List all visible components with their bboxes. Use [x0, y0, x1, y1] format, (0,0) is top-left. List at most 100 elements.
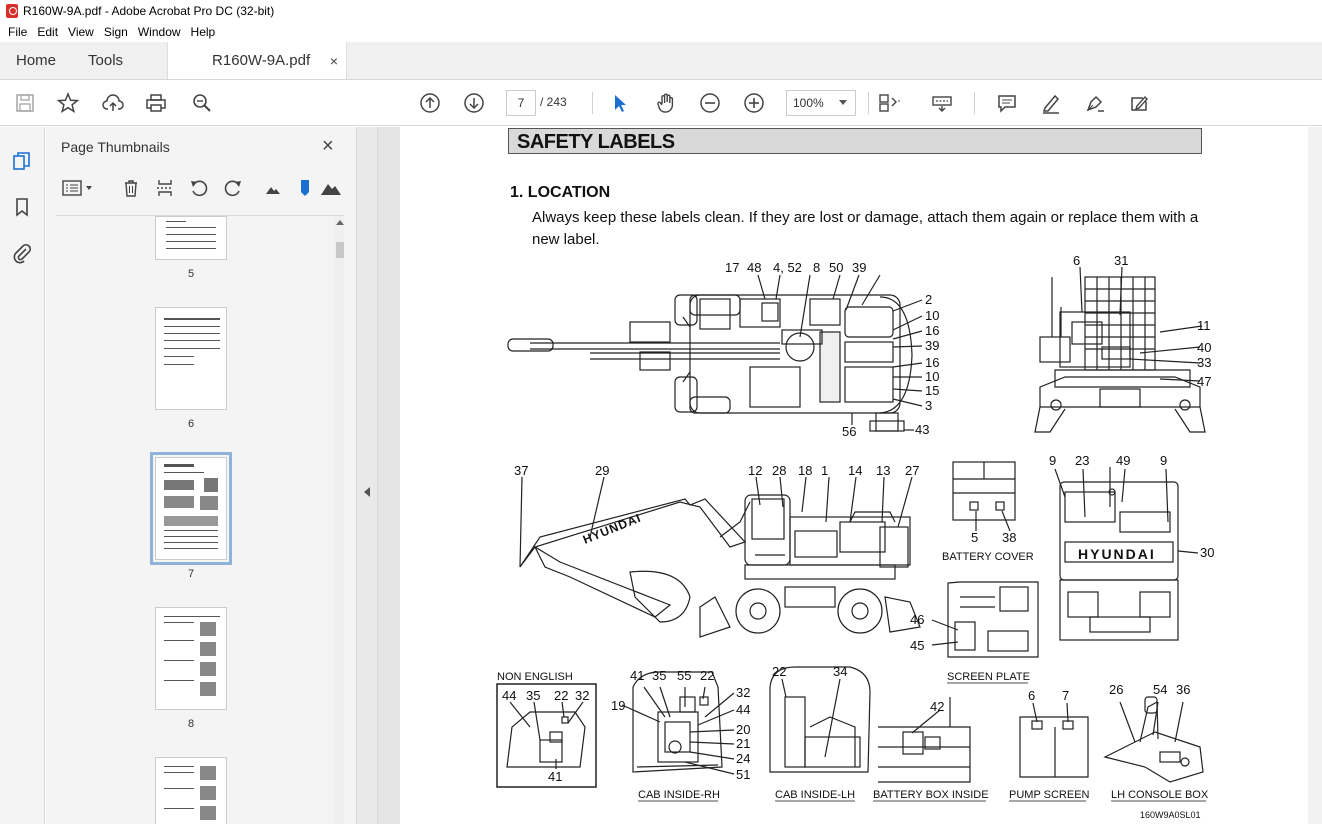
- next-page-icon[interactable]: [461, 90, 487, 116]
- print-icon[interactable]: [143, 90, 169, 116]
- panel-splitter[interactable]: [356, 127, 378, 824]
- callout-label: 32: [575, 688, 589, 703]
- thumbnail-large-icon[interactable]: [320, 177, 342, 199]
- callout-label: 29: [595, 463, 609, 478]
- menu-file[interactable]: File: [3, 25, 32, 39]
- tab-tools[interactable]: Tools: [72, 42, 139, 79]
- thumbnail-page-6[interactable]: [155, 307, 227, 410]
- document-viewport[interactable]: SAFETY LABELS 1. LOCATION Always keep th…: [378, 127, 1322, 824]
- acrobat-icon: [6, 4, 18, 18]
- tab-bar: Home Tools R160W-9A.pdf ×: [0, 42, 1322, 80]
- thumbnail-scrollbar[interactable]: [334, 216, 344, 824]
- stamp-edit-icon[interactable]: [1126, 90, 1152, 116]
- battery-box-caption: BATTERY BOX INSIDE: [873, 789, 989, 801]
- callout-label: 47: [1197, 374, 1211, 389]
- cab-inside-rh-drawing: [632, 671, 723, 773]
- callout-label: 41: [630, 668, 644, 683]
- hand-tool-icon[interactable]: [653, 90, 679, 116]
- tab-document[interactable]: R160W-9A.pdf ×: [167, 42, 348, 79]
- panel-close-icon[interactable]: ×: [322, 135, 334, 158]
- tab-document-label: R160W-9A.pdf: [212, 52, 311, 69]
- thumbnail-size-slider-icon[interactable]: [294, 177, 316, 199]
- save-icon[interactable]: [12, 90, 38, 116]
- callout-label: 43: [915, 422, 929, 437]
- rear-view-drawing: [1034, 276, 1206, 433]
- callout-label: 18: [798, 463, 812, 478]
- menu-window[interactable]: Window: [133, 25, 186, 39]
- draw-pen-icon[interactable]: [1082, 90, 1108, 116]
- thumbnail-options-icon[interactable]: [60, 177, 96, 199]
- callout-label: 38: [1002, 530, 1016, 545]
- callout-label: 21: [736, 736, 750, 751]
- delete-trash-icon[interactable]: [120, 177, 142, 199]
- callout-label: 44: [736, 702, 750, 717]
- callout-label: 30: [1200, 545, 1214, 560]
- thumbnail-page-5[interactable]: [155, 216, 227, 260]
- zoom-search-icon[interactable]: [189, 90, 215, 116]
- menu-sign[interactable]: Sign: [99, 25, 133, 39]
- zoom-out-icon[interactable]: [697, 90, 723, 116]
- callout-label: 46: [910, 612, 924, 627]
- rotate-counterclockwise-icon[interactable]: [188, 177, 210, 199]
- select-cursor-icon[interactable]: [607, 90, 633, 116]
- callout-label: 16: [925, 323, 939, 338]
- menu-edit[interactable]: Edit: [32, 25, 63, 39]
- callout-label: 22: [772, 664, 786, 679]
- tab-home[interactable]: Home: [0, 42, 72, 79]
- drawing-brand-mark: HYUNDAI: [1078, 546, 1156, 562]
- figure-code: 160W9A0SL01: [1140, 810, 1201, 820]
- page-thumbnails-icon[interactable]: [10, 149, 34, 173]
- callout-label: 32: [736, 685, 750, 700]
- keyboard-read-icon[interactable]: [929, 90, 955, 116]
- zoom-level-select[interactable]: 100%: [786, 90, 856, 116]
- thumbnail-page-8[interactable]: [155, 607, 227, 710]
- extract-pages-icon[interactable]: [154, 177, 176, 199]
- callout-label: 40: [1197, 340, 1211, 355]
- battery-cover-drawing: [952, 461, 1016, 521]
- highlight-pen-icon[interactable]: [1038, 90, 1064, 116]
- callout-label: 17: [725, 260, 739, 275]
- attachment-paperclip-icon[interactable]: [10, 241, 34, 265]
- callout-label: 34: [833, 664, 847, 679]
- menu-view[interactable]: View: [63, 25, 99, 39]
- pump-screen-caption: PUMP SCREEN: [1009, 789, 1090, 801]
- callout-label: 19: [611, 698, 625, 713]
- thumbnail-small-icon[interactable]: [262, 177, 284, 199]
- callout-label: 51: [736, 767, 750, 782]
- callout-label: 49: [1116, 453, 1130, 468]
- zoom-in-icon[interactable]: [741, 90, 767, 116]
- callout-label: 16: [925, 355, 939, 370]
- callout-label: 24: [736, 751, 750, 766]
- non-english-caption: NON ENGLISH: [497, 671, 573, 683]
- thumbnail-page-7[interactable]: [150, 452, 232, 565]
- thumbnail-page-9[interactable]: [155, 757, 227, 824]
- page-fit-icon[interactable]: [876, 90, 902, 116]
- menu-help[interactable]: Help: [186, 25, 221, 39]
- callout-label: 6: [1028, 688, 1035, 703]
- document-scrollbar[interactable]: [1308, 127, 1322, 824]
- screen-plate-drawing: [947, 581, 1039, 658]
- comment-icon[interactable]: [994, 90, 1020, 116]
- previous-page-icon[interactable]: [417, 90, 443, 116]
- upload-cloud-icon[interactable]: [100, 90, 126, 116]
- callout-label: 39: [852, 260, 866, 275]
- toolbar-divider: [974, 92, 975, 114]
- zoom-level-value: 100%: [793, 96, 824, 110]
- star-icon[interactable]: [55, 90, 81, 116]
- tab-close-icon[interactable]: ×: [330, 53, 338, 69]
- callout-label: 26: [1109, 682, 1123, 697]
- collapse-panel-icon[interactable]: [364, 487, 370, 497]
- scroll-up-icon[interactable]: [336, 220, 344, 225]
- callout-label: 35: [652, 668, 666, 683]
- callout-label: 42: [930, 699, 944, 714]
- thumbnail-toolbar: [56, 175, 346, 203]
- bookmark-icon[interactable]: [10, 195, 34, 219]
- non-english-drawing: [506, 711, 586, 768]
- drawing-brand-mark: HYUNDAI: [581, 511, 643, 547]
- panel-title: Page Thumbnails: [61, 139, 170, 155]
- rotate-clockwise-icon[interactable]: [222, 177, 244, 199]
- page-number-input[interactable]: 7: [506, 90, 536, 116]
- callout-label: 5: [971, 530, 978, 545]
- scrollbar-thumb[interactable]: [336, 242, 344, 258]
- toolbar: 7 / 243 100%: [0, 80, 1322, 126]
